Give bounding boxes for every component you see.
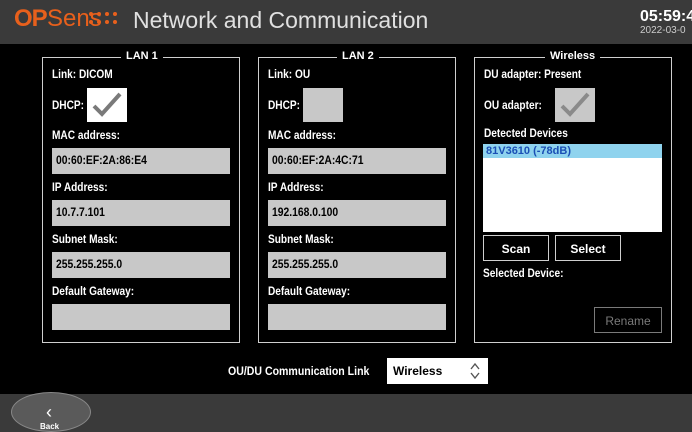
lan1-dhcp-checkbox[interactable]	[87, 88, 127, 122]
communication-link-label: OU/DU Communication Link	[228, 364, 370, 378]
ou-adapter-checkbox	[555, 88, 595, 122]
communication-link-value: Wireless	[393, 364, 443, 378]
detected-devices-label: Detected Devices	[484, 128, 568, 140]
detected-devices-list[interactable]: 81V3610 (-78dB)	[483, 144, 662, 232]
wireless-legend: Wireless	[545, 50, 601, 62]
lan2-subnet-value: 255.255.255.0	[272, 259, 339, 271]
lan2-mac-field[interactable]: 00:60:EF:2A:4C:71	[268, 148, 446, 174]
lan2-dhcp-checkbox[interactable]	[303, 88, 343, 122]
lan2-ip-label: IP Address:	[268, 182, 324, 194]
lan1-dhcp-label: DHCP:	[52, 100, 85, 112]
lan2-gateway-label: Default Gateway:	[268, 286, 351, 298]
rename-button[interactable]: Rename	[594, 307, 662, 333]
lan2-mac-label: MAC address:	[268, 130, 337, 142]
lan2-gateway-field[interactable]	[268, 304, 446, 330]
lan2-subnet-label: Subnet Mask:	[268, 234, 334, 246]
lan2-legend: LAN 2	[337, 50, 379, 62]
logo-dots-icon	[89, 12, 117, 26]
lan1-subnet-label: Subnet Mask:	[52, 234, 118, 246]
back-label: Back	[40, 422, 60, 431]
lan1-legend: LAN 1	[121, 50, 163, 62]
lan2-ip-value: 192.168.0.100	[272, 207, 339, 219]
lan1-mac-field[interactable]: 00:60:EF:2A:86:E4	[52, 148, 230, 174]
lan1-ip-value: 10.7.7.101	[56, 207, 105, 219]
lan2-subnet-field[interactable]: 255.255.255.0	[268, 252, 446, 278]
lan1-gateway-label: Default Gateway:	[52, 286, 135, 298]
lan1-group: LAN 1 Link: DICOM DHCP: MAC address: 00:…	[42, 50, 240, 343]
lan1-ip-label: IP Address:	[52, 182, 108, 194]
chevron-left-icon: ‹	[46, 402, 52, 422]
lan1-subnet-field[interactable]: 255.255.255.0	[52, 252, 230, 278]
communication-link-select[interactable]: Wireless	[387, 358, 488, 384]
checkmark-icon	[92, 92, 122, 117]
lan1-link-label: Link: DICOM	[52, 69, 113, 81]
lan1-ip-field[interactable]: 10.7.7.101	[52, 200, 230, 226]
lan1-mac-value: 00:60:EF:2A:86:E4	[56, 155, 147, 167]
lan2-ip-field[interactable]: 192.168.0.100	[268, 200, 446, 226]
ou-adapter-label: OU adapter:	[484, 100, 542, 112]
checkmark-icon	[560, 92, 590, 117]
page-title: Network and Communication	[133, 7, 429, 33]
footer-bar	[0, 394, 692, 432]
select-button[interactable]: Select	[555, 235, 621, 261]
du-adapter-status: DU adapter: Present	[484, 69, 582, 81]
scan-button[interactable]: Scan	[483, 235, 549, 261]
logo-op-text: OP	[14, 5, 48, 32]
selected-device-label: Selected Device:	[483, 268, 564, 280]
device-list-item[interactable]: 81V3610 (-78dB)	[483, 144, 662, 158]
clock-date: 2022-03-0	[640, 25, 686, 36]
lan2-dhcp-label: DHCP:	[268, 100, 301, 112]
lan2-mac-value: 00:60:EF:2A:4C:71	[272, 155, 364, 167]
lan2-link-label: Link: OU	[268, 69, 311, 81]
lan1-mac-label: MAC address:	[52, 130, 121, 142]
lan1-subnet-value: 255.255.255.0	[56, 259, 123, 271]
clock-time: 05:59:49	[640, 8, 692, 25]
lan2-group: LAN 2 Link: OU DHCP: MAC address: 00:60:…	[258, 50, 456, 343]
lan1-gateway-field[interactable]	[52, 304, 230, 330]
select-arrows-icon	[470, 362, 480, 380]
